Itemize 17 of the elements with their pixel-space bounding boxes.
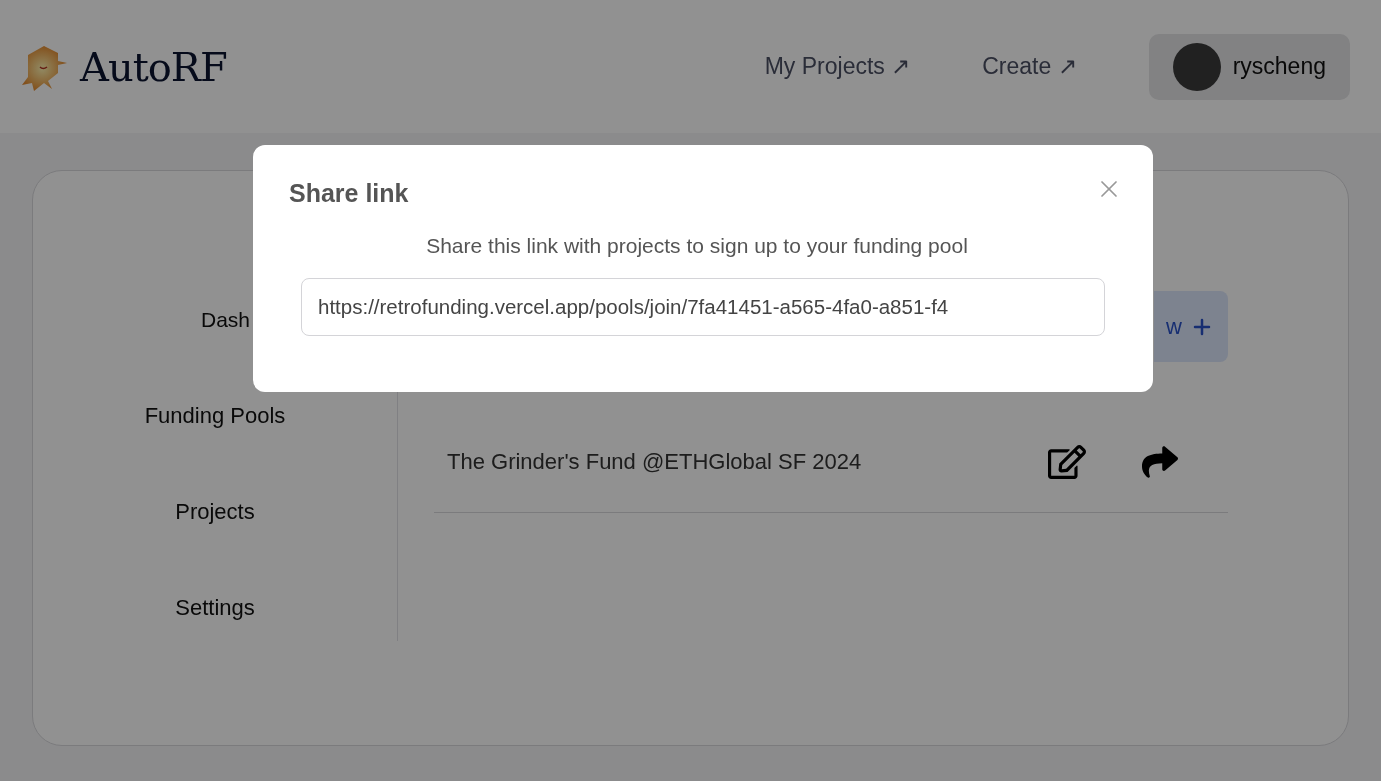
- new-button[interactable]: w: [1154, 291, 1228, 362]
- logo-text[interactable]: AutoRF: [80, 43, 227, 90]
- edit-button[interactable]: [1048, 442, 1086, 481]
- user-button[interactable]: ryscheng: [1148, 33, 1350, 100]
- nav-link[interactable]: My Projects ↗: [764, 53, 911, 80]
- sidebar-item[interactable]: Dash: [201, 303, 251, 337]
- sidebar-item[interactable]: Projects: [175, 495, 255, 529]
- sidebar-item[interactable]: Settings: [175, 591, 255, 625]
- share-icon: [1142, 443, 1178, 480]
- edit-icon: [1048, 442, 1086, 481]
- dialog-title: Share link: [289, 179, 410, 208]
- sidebar-item[interactable]: Funding Pools: [144, 399, 286, 433]
- dialog-description: Share this link with projects to sign up to your funding pool: [425, 234, 969, 258]
- nav-link[interactable]: Create ↗: [982, 53, 1077, 80]
- link-field[interactable]: https://retrofunding.vercel.app/pools/join/7fa41451-a565-4fa0-a851-f4: [301, 278, 1105, 336]
- share-button[interactable]: [1142, 443, 1178, 480]
- pool-name: The Grinder's Fund @ETHGlobal SF 2024: [447, 448, 863, 475]
